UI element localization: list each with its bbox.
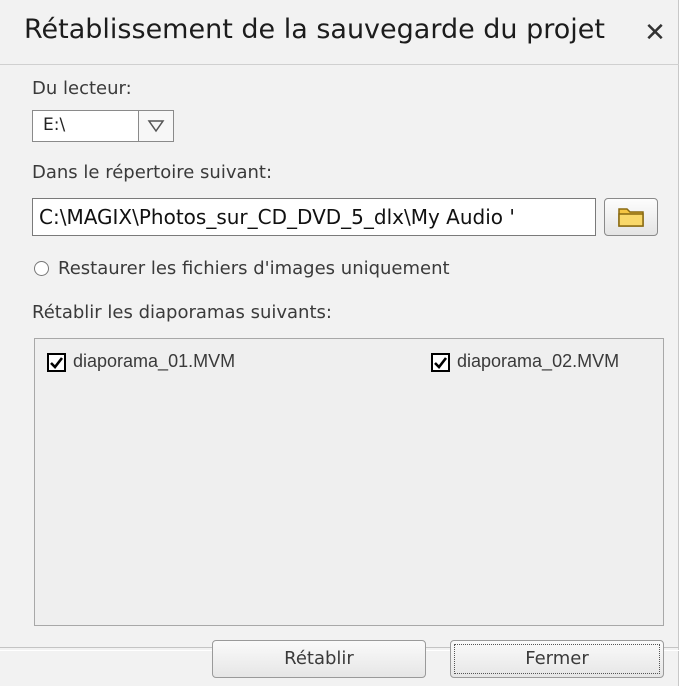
slideshow-item-label: diaporama_02.MVM	[457, 351, 620, 371]
close-dialog-button[interactable]: Fermer	[450, 640, 664, 678]
close-icon: ✕	[644, 18, 666, 48]
restore-images-only-radio[interactable]	[34, 261, 49, 276]
title-bar: Rétablissement de la sauvegarde du proje…	[0, 0, 679, 65]
drive-value: E:\	[43, 115, 66, 135]
directory-label: Dans le répertoire suivant:	[32, 162, 273, 183]
browse-folder-button[interactable]	[604, 198, 658, 236]
close-button[interactable]: ✕	[640, 18, 670, 48]
restore-images-only-label: Restaurer les fichiers d'images uniqueme…	[58, 258, 450, 279]
slideshow-list[interactable]: diaporama_01.MVM diaporama_02.MVM	[34, 338, 664, 626]
directory-input[interactable]: C:\MAGIX\Photos_sur_CD_DVD_5_dlx\My Audi…	[32, 198, 596, 236]
check-icon	[50, 357, 64, 369]
slideshows-label: Rétablir les diaporamas suivants:	[32, 302, 332, 323]
drive-dropdown-button[interactable]	[138, 111, 173, 141]
slideshow-item-label: diaporama_01.MVM	[73, 351, 236, 371]
restore-backup-dialog: Rétablissement de la sauvegarde du proje…	[0, 0, 679, 686]
chevron-down-icon	[147, 120, 165, 133]
slideshow-checkbox-2[interactable]	[431, 353, 450, 372]
drive-select[interactable]: E:\	[32, 110, 174, 142]
dialog-title: Rétablissement de la sauvegarde du proje…	[24, 14, 605, 45]
drive-label: Du lecteur:	[32, 78, 132, 99]
restore-button[interactable]: Rétablir	[212, 640, 426, 678]
slideshow-checkbox-1[interactable]	[47, 353, 66, 372]
folder-icon	[618, 208, 644, 227]
check-icon	[434, 357, 448, 369]
